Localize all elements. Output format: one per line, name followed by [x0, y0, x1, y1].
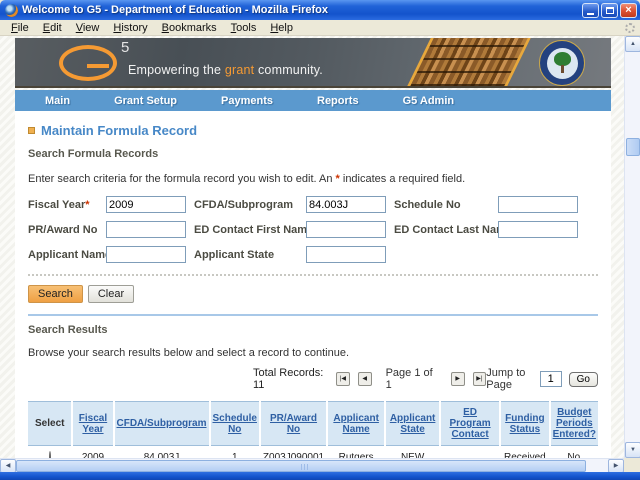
col-applicant-name-sort[interactable]: Applicant Name [333, 413, 379, 435]
content-card: Maintain Formula Record Search Formula R… [15, 111, 611, 458]
col-cfda-subprogram-sort[interactable]: CFDA/Subprogram [117, 418, 207, 429]
close-button[interactable]: × [620, 3, 637, 18]
g5-logo-five: 5 [121, 39, 129, 56]
search-section-title: Search Formula Records [28, 148, 598, 160]
web-page: 5 Empowering the grant community. Main G… [0, 36, 624, 458]
col-select: Select [35, 418, 64, 429]
pr-award-no-input[interactable] [106, 221, 186, 238]
col-funding-status-sort[interactable]: Funding Status [505, 413, 544, 435]
minimize-icon [587, 13, 594, 15]
main-nav: Main Grant Setup Payments Reports G5 Adm… [15, 90, 611, 111]
scroll-left-icon[interactable]: ◀ [0, 459, 16, 472]
nav-grant-setup[interactable]: Grant Setup [114, 95, 177, 107]
window-title: Welcome to G5 - Department of Education … [22, 4, 582, 16]
table-row: 2009 84.003J 1 Z003J090001 Rutgers Unive… [28, 446, 598, 459]
schedule-no-label: Schedule No [394, 199, 490, 211]
first-page-button[interactable]: |◀ [336, 372, 350, 386]
bookshelf-image [405, 38, 532, 88]
banner-tagline: Empowering the grant community. [128, 63, 323, 77]
applicant-name-label: Applicant Name [28, 249, 98, 261]
nav-main[interactable]: Main [45, 95, 70, 107]
applicant-state-label: Applicant State [194, 249, 298, 261]
page-indicator: Page 1 of 1 [386, 367, 433, 391]
col-ed-program-contact-sort[interactable]: ED Program Contact [450, 407, 491, 440]
results-instructions: Browse your search results below and sel… [28, 347, 598, 359]
minimize-button[interactable] [582, 3, 599, 18]
schedule-no-input[interactable] [498, 196, 578, 213]
results-section-title: Search Results [28, 324, 598, 336]
scrollbar-corner [624, 458, 640, 472]
ed-contact-last-name-label: ED Contact Last Name [394, 224, 490, 236]
total-records: Total Records: 11 [253, 367, 324, 391]
ed-contact-last-name-input[interactable] [498, 221, 578, 238]
menu-edit[interactable]: Edit [36, 21, 69, 35]
department-of-education-seal-icon [539, 40, 585, 86]
scroll-down-icon[interactable]: ▼ [625, 442, 640, 458]
scroll-up-icon[interactable]: ▲ [625, 36, 640, 52]
previous-page-button[interactable]: ◀ [358, 372, 372, 386]
applicant-state-input[interactable] [306, 246, 386, 263]
results-table: Select Fiscal Year CFDA/Subprogram Sched… [28, 401, 598, 458]
jump-to-page-label: Jump to Page [486, 367, 532, 391]
g5-banner: 5 Empowering the grant community. [15, 38, 611, 88]
col-budget-periods-sort[interactable]: Budget Periods Entered? [553, 407, 596, 440]
throbber-icon [625, 23, 635, 33]
page-viewport: 5 Empowering the grant community. Main G… [0, 36, 640, 472]
last-page-button[interactable]: ▶| [473, 372, 487, 386]
menu-view[interactable]: View [69, 21, 107, 35]
select-radio[interactable] [49, 451, 51, 458]
vertical-scroll-thumb[interactable] [626, 138, 640, 156]
page-title: Maintain Formula Record [41, 123, 197, 138]
menu-bar: File Edit View History Bookmarks Tools H… [0, 20, 640, 36]
pagination-bar: Total Records: 11 |◀ ◀ Page 1 of 1 ▶ ▶| … [28, 367, 598, 391]
g5-logo-icon [59, 45, 117, 81]
menu-tools[interactable]: Tools [224, 21, 264, 35]
applicant-name-input[interactable] [106, 246, 186, 263]
scroll-right-icon[interactable]: ▶ [608, 459, 624, 472]
restore-icon [606, 7, 614, 14]
title-bar[interactable]: Welcome to G5 - Department of Education … [0, 0, 640, 20]
search-instructions: Enter search criteria for the formula re… [28, 173, 598, 185]
nav-reports[interactable]: Reports [317, 95, 359, 107]
horizontal-scroll-thumb[interactable] [16, 460, 586, 472]
bullet-icon [28, 127, 35, 134]
ed-contact-first-name-label: ED Contact First Name [194, 224, 298, 236]
search-button[interactable]: Search [28, 285, 83, 303]
nav-g5-admin[interactable]: G5 Admin [403, 95, 455, 107]
search-form: Fiscal Year* CFDA/Subprogram Schedule No… [28, 196, 598, 263]
col-fiscal-year-sort[interactable]: Fiscal Year [79, 413, 107, 435]
menu-bookmarks[interactable]: Bookmarks [155, 21, 224, 35]
menu-history[interactable]: History [106, 21, 154, 35]
dotted-divider [28, 274, 598, 276]
table-header-row: Select Fiscal Year CFDA/Subprogram Sched… [28, 402, 598, 446]
fiscal-year-label: Fiscal Year* [28, 199, 98, 211]
cfda-subprogram-input[interactable] [306, 196, 386, 213]
ed-contact-first-name-input[interactable] [306, 221, 386, 238]
clear-button[interactable]: Clear [88, 285, 134, 303]
firefox-icon [5, 4, 18, 17]
nav-payments[interactable]: Payments [221, 95, 273, 107]
horizontal-scrollbar[interactable]: ◀ ▶ [0, 458, 624, 472]
next-page-button[interactable]: ▶ [451, 372, 465, 386]
section-divider [28, 314, 598, 316]
fiscal-year-input[interactable] [106, 196, 186, 213]
jump-to-page-input[interactable] [540, 371, 562, 387]
menu-file[interactable]: File [4, 21, 36, 35]
cfda-subprogram-label: CFDA/Subprogram [194, 199, 298, 211]
go-button[interactable]: Go [569, 372, 598, 387]
window-controls: × [582, 3, 637, 18]
pr-award-no-label: PR/Award No [28, 224, 98, 236]
restore-button[interactable] [601, 3, 618, 18]
vertical-scrollbar[interactable]: ▲ ▼ [624, 36, 640, 458]
menu-help[interactable]: Help [263, 21, 300, 35]
col-schedule-no-sort[interactable]: Schedule No [213, 413, 257, 435]
col-pr-award-no-sort[interactable]: PR/Award No [270, 413, 317, 435]
col-applicant-state-sort[interactable]: Applicant State [390, 413, 436, 435]
window-bottom-frame [0, 472, 640, 480]
browser-window: Welcome to G5 - Department of Education … [0, 0, 640, 480]
